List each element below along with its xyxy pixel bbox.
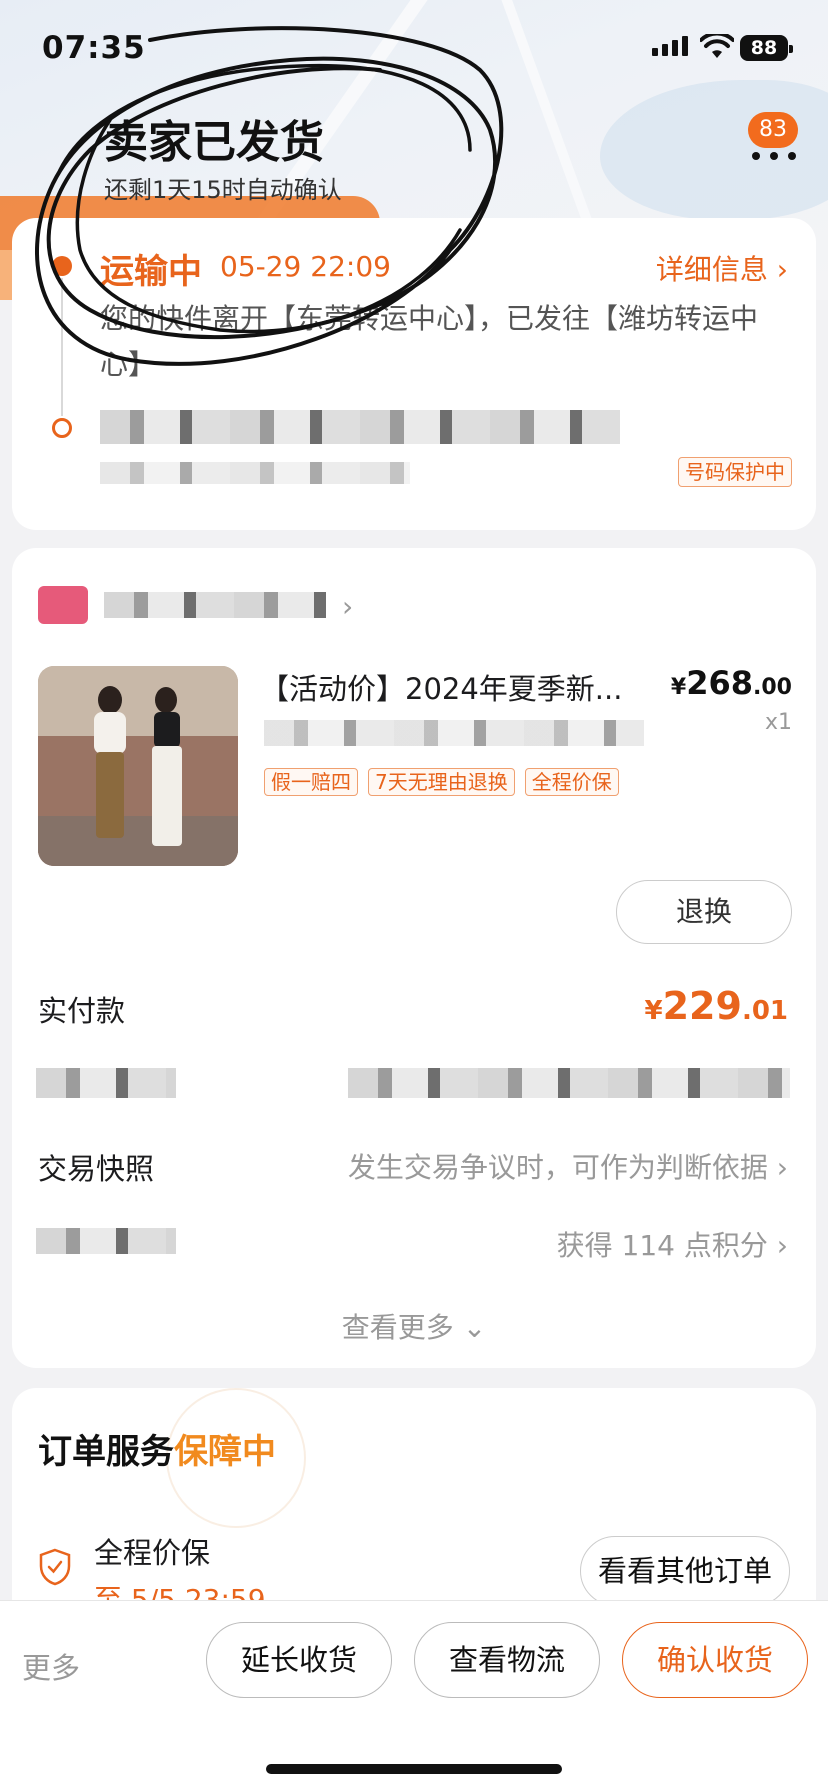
map-water [600, 80, 828, 220]
shop-icon[interactable] [38, 586, 88, 624]
more-options-icon[interactable] [752, 152, 796, 162]
clock: 07:35 [42, 30, 146, 66]
phone-protect-badge: 号码保护中 [678, 457, 792, 487]
message-badge[interactable]: 83 [748, 112, 798, 148]
redacted-points-label [36, 1228, 176, 1254]
logistics-status: 运输中 [100, 252, 202, 292]
product-title[interactable]: 【活动价】2024年夏季新... [260, 666, 640, 708]
points-link[interactable]: 获得 114 点积分 › [557, 1224, 788, 1264]
service-item-name: 全程价保 [94, 1536, 211, 1570]
timeline-line [61, 278, 63, 416]
see-more-button[interactable]: 查看更多 ⌄ [0, 1306, 828, 1346]
logistics-time: 05-29 22:09 [220, 250, 391, 283]
return-button[interactable]: 退换 [616, 880, 792, 944]
redacted-row-value [348, 1068, 790, 1098]
tag-return: 7天无理由退换 [368, 768, 515, 796]
confirm-receipt-button[interactable]: 确认收货 [622, 1622, 808, 1698]
redacted-row-label [36, 1068, 176, 1098]
view-logistics-button[interactable]: 查看物流 [414, 1622, 600, 1698]
snapshot-label: 交易快照 [38, 1152, 155, 1186]
paid-label: 实付款 [38, 994, 126, 1028]
logistics-message: 您的快件离开【东莞转运中心】，已发往【潍坊转运中心】 [100, 302, 759, 381]
chevron-right-icon[interactable]: › [342, 590, 353, 623]
home-indicator [266, 1764, 562, 1774]
redacted-address [100, 410, 620, 444]
shield-icon [39, 1548, 71, 1586]
cellular-signal-icon [652, 36, 688, 56]
battery-icon: 88 [740, 35, 793, 61]
auto-confirm-countdown: 还剩1天15时自动确认 [104, 176, 342, 204]
product-quantity: x1 [764, 710, 792, 735]
redacted-phone [100, 462, 410, 484]
wifi-icon [700, 34, 734, 58]
product-tags: 假一赔四 7天无理由退换 全程价保 [264, 768, 619, 796]
paid-amount: ¥229.01 [644, 984, 788, 1028]
view-other-orders-button[interactable]: 看看其他订单 [580, 1536, 790, 1606]
redacted-sku [264, 720, 644, 746]
status-bar: 07:35 88 [0, 0, 828, 100]
timeline-dot-current [52, 256, 72, 276]
snapshot-link[interactable]: 发生交易争议时，可作为判断依据 › [348, 1146, 788, 1186]
timeline-dot-address [52, 418, 72, 438]
redacted-shop-name[interactable] [104, 592, 326, 618]
product-image[interactable] [38, 666, 238, 866]
service-title: 订单服务保障中 [38, 1432, 276, 1472]
product-price: ¥268.00 [670, 664, 792, 702]
more-actions-link[interactable]: 更多 [22, 1645, 80, 1687]
tag-price-protect: 全程价保 [524, 768, 619, 796]
detail-info-link[interactable]: 详细信息 › [656, 248, 788, 288]
page-title: 卖家已发货 [104, 117, 324, 168]
tag-genuine: 假一赔四 [264, 768, 358, 796]
extend-receipt-button[interactable]: 延长收货 [206, 1622, 392, 1698]
